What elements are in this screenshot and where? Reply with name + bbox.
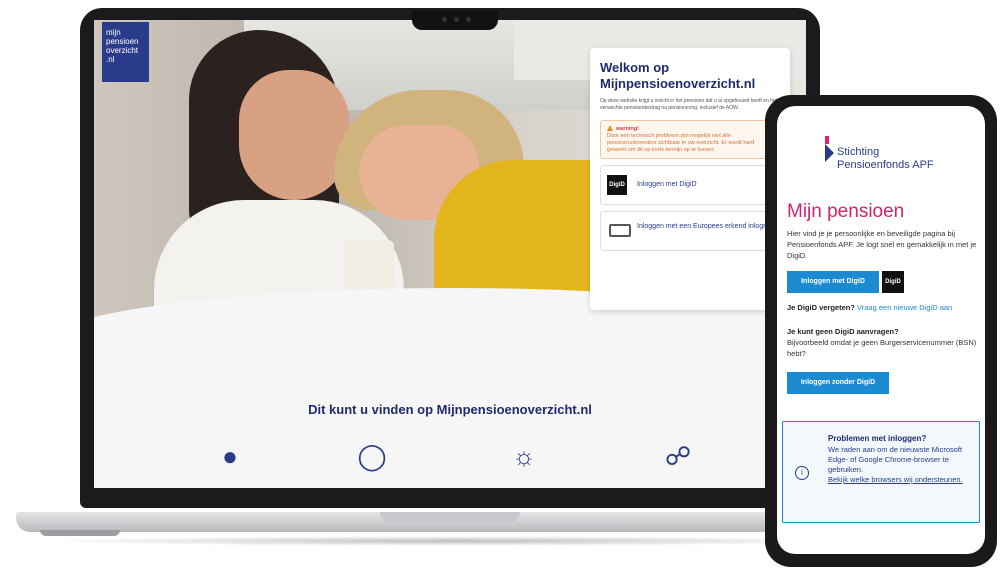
login-card: Welkom op Mijnpensioenoverzicht.nl Op de…: [590, 48, 790, 310]
page-title: Mijn pensioen: [787, 201, 905, 222]
forgot-digid-link[interactable]: Vraag een nieuwe DigiD aan: [857, 303, 952, 312]
apf-logo-mark: [825, 136, 829, 144]
no-digid-section: Je kunt geen DigiD aanvragen? Bijvoorbee…: [787, 327, 977, 358]
digid-icon: DigiD: [607, 175, 627, 195]
page-intro: Hier vind je je persoonlijke en beveilig…: [787, 229, 977, 260]
login-digid-label: Inloggen met DigiD: [637, 181, 697, 188]
laptop-notch: [412, 10, 498, 30]
apf-logo: Stichting Pensioenfonds APF: [837, 146, 934, 171]
piggy-bank-icon: ●: [222, 441, 238, 471]
login-title: Welkom op Mijnpensioenoverzicht.nl: [600, 60, 756, 91]
digid-icon: DigiD: [882, 271, 904, 293]
laptop-icon: [609, 224, 631, 237]
login-without-digid-button[interactable]: Inloggen zonder DigiD: [787, 372, 889, 394]
lightbulb-icon: ☼: [512, 441, 536, 471]
login-problems-box: i Problemen met inloggen? We raden aan o…: [782, 421, 980, 523]
login-digid-option[interactable]: DigiD Inloggen met DigiD: [600, 165, 780, 205]
login-digid-button[interactable]: Inloggen met DigiD: [787, 271, 879, 293]
browsers-link[interactable]: Bekijk welke browsers wij ondersteunen.: [828, 475, 963, 484]
problems-title: Problemen met inloggen?: [828, 434, 927, 443]
forgot-digid: Je DigiD vergeten? Vraag een nieuwe Digi…: [787, 303, 953, 312]
apple-icon: ◯: [357, 441, 387, 471]
section-title: Dit kunt u vinden op Mijnpensioenoverzic…: [308, 402, 592, 417]
laptop-screen: mijn pensioen overzicht .nl Welkom op Mi…: [94, 20, 806, 488]
phone-screen: Stichting Pensioenfonds APF Mijn pensioe…: [777, 106, 985, 554]
warning-box: warning! Door een technisch probleem zij…: [600, 120, 780, 159]
stroller-icon: ☍: [664, 441, 692, 471]
info-icon: i: [795, 466, 809, 480]
login-intro: Op deze website krijgt u inzicht in het …: [600, 98, 778, 111]
warning-icon: [607, 125, 613, 131]
login-eu-option[interactable]: Inloggen met een Europees erkend inlogmi…: [600, 211, 784, 251]
site-logo[interactable]: mijn pensioen overzicht .nl: [102, 22, 149, 82]
apf-logo-arrow-icon: [825, 144, 834, 162]
